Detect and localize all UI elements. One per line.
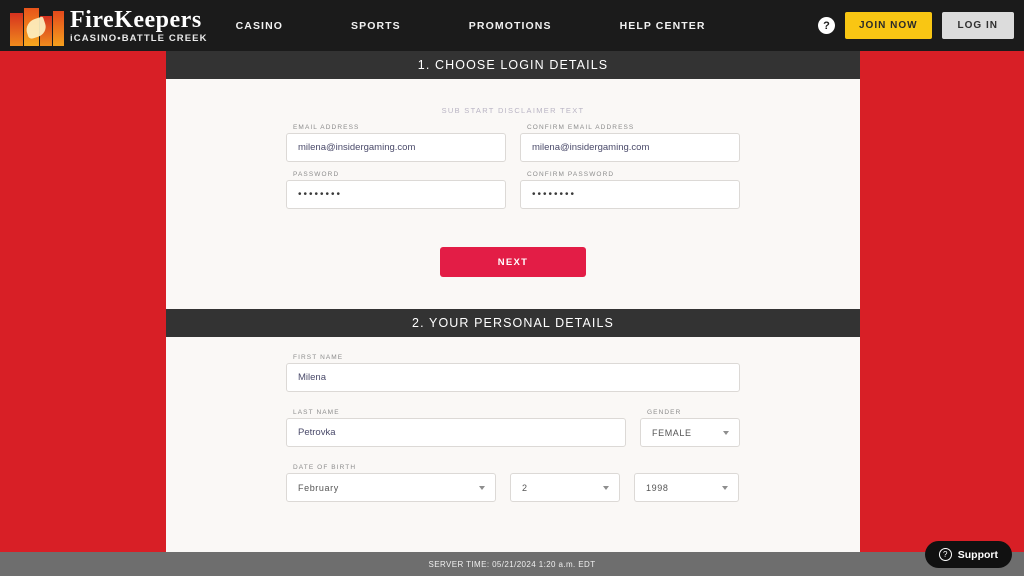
confirm-password-input[interactable]	[520, 180, 740, 209]
password-field-group: PASSWORD	[286, 171, 506, 209]
email-input[interactable]	[286, 133, 506, 162]
page-root: FireKeepers iCASINO•BATTLE CREEK CASINO …	[0, 0, 1024, 576]
main-nav-links: CASINO SPORTS PROMOTIONS HELP CENTER	[236, 14, 706, 38]
password-input[interactable]	[286, 180, 506, 209]
support-question-icon: ?	[938, 548, 952, 561]
section-body-personal-details: FIRST NAME LAST NAME GENDER FEMALE	[166, 354, 860, 502]
top-navigation-bar: FireKeepers iCASINO•BATTLE CREEK CASINO …	[0, 0, 1024, 51]
date-of-birth-label: DATE OF BIRTH	[293, 464, 357, 471]
confirm-email-input[interactable]	[520, 133, 740, 162]
gender-field-group: GENDER FEMALE	[640, 409, 740, 447]
disclaimer-text: SUB START DISCLAIMER TEXT	[441, 106, 585, 115]
gender-label: GENDER	[647, 409, 682, 416]
personal-details-form: FIRST NAME LAST NAME GENDER FEMALE	[166, 354, 860, 502]
next-button[interactable]: NEXT	[440, 247, 586, 277]
nav-item-promotions[interactable]: PROMOTIONS	[469, 14, 552, 38]
chevron-down-icon	[603, 485, 609, 490]
footer-bar: SERVER TIME: 05/21/2024 1:20 a.m. EDT	[0, 552, 1024, 576]
dob-day-select[interactable]: 2	[510, 473, 620, 502]
first-name-row: FIRST NAME	[286, 354, 740, 392]
first-name-field-group: FIRST NAME	[286, 354, 740, 392]
help-question-icon[interactable]: ?	[817, 17, 835, 34]
logo-wordmark: FireKeepers	[70, 6, 202, 33]
header-actions: ? JOIN NOW LOG IN	[817, 0, 1014, 51]
dob-month-value: February	[298, 482, 339, 493]
chevron-down-icon	[479, 485, 485, 490]
registration-panel: 1. CHOOSE LOGIN DETAILS SUB START DISCLA…	[166, 51, 860, 552]
email-row: EMAIL ADDRESS CONFIRM EMAIL ADDRESS	[286, 124, 740, 162]
email-label: EMAIL ADDRESS	[293, 124, 360, 131]
password-label: PASSWORD	[293, 171, 340, 178]
section-header-personal-details: 2. YOUR PERSONAL DETAILS	[166, 309, 860, 337]
first-name-input[interactable]	[286, 363, 740, 392]
logo-tagline: iCASINO•BATTLE CREEK	[70, 32, 208, 44]
last-name-label: LAST NAME	[293, 409, 340, 416]
site-logo[interactable]: FireKeepers iCASINO•BATTLE CREEK	[8, 6, 208, 46]
confirm-email-label: CONFIRM EMAIL ADDRESS	[527, 124, 635, 131]
last-name-input[interactable]	[286, 418, 626, 447]
chevron-down-icon	[723, 430, 729, 435]
section-header-login-details: 1. CHOOSE LOGIN DETAILS	[166, 51, 860, 79]
server-time-text: SERVER TIME: 05/21/2024 1:20 a.m. EDT	[428, 559, 596, 569]
confirm-password-field-group: CONFIRM PASSWORD	[520, 171, 740, 209]
email-field-group: EMAIL ADDRESS	[286, 124, 506, 162]
gender-selected-value: FEMALE	[652, 427, 692, 438]
dob-day-value: 2	[522, 482, 528, 493]
last-name-gender-row: LAST NAME GENDER FEMALE	[286, 409, 740, 447]
nav-item-casino[interactable]: CASINO	[236, 14, 283, 38]
dob-month-field-group: DATE OF BIRTH February	[286, 464, 496, 502]
join-now-button[interactable]: JOIN NOW	[844, 12, 932, 39]
login-details-form: EMAIL ADDRESS CONFIRM EMAIL ADDRESS PASS…	[166, 124, 860, 309]
dob-year-value: 1998	[646, 482, 669, 493]
confirm-email-field-group: CONFIRM EMAIL ADDRESS	[520, 124, 740, 162]
confirm-password-label: CONFIRM PASSWORD	[527, 171, 615, 178]
first-name-label: FIRST NAME	[293, 354, 344, 361]
nav-item-help-center[interactable]: HELP CENTER	[620, 14, 706, 38]
log-in-button[interactable]: LOG IN	[941, 12, 1014, 39]
chevron-down-icon	[722, 485, 728, 490]
support-widget-button[interactable]: ? Support	[924, 541, 1012, 568]
password-row: PASSWORD CONFIRM PASSWORD	[286, 171, 740, 209]
support-label: Support	[957, 548, 998, 561]
date-of-birth-row: DATE OF BIRTH February 2 1998	[286, 464, 740, 502]
dob-year-select[interactable]: 1998	[634, 473, 739, 502]
dob-year-field-group: 1998	[634, 473, 739, 502]
flame-logo-icon	[8, 6, 66, 46]
dob-month-select[interactable]: February	[286, 473, 496, 502]
section-body-login-details: SUB START DISCLAIMER TEXT EMAIL ADDRESS …	[166, 79, 860, 309]
dob-day-field-group: 2	[510, 473, 620, 502]
nav-item-sports[interactable]: SPORTS	[351, 14, 401, 38]
last-name-field-group: LAST NAME	[286, 409, 626, 447]
next-button-container: NEXT	[286, 247, 740, 309]
gender-select[interactable]: FEMALE	[640, 418, 740, 447]
